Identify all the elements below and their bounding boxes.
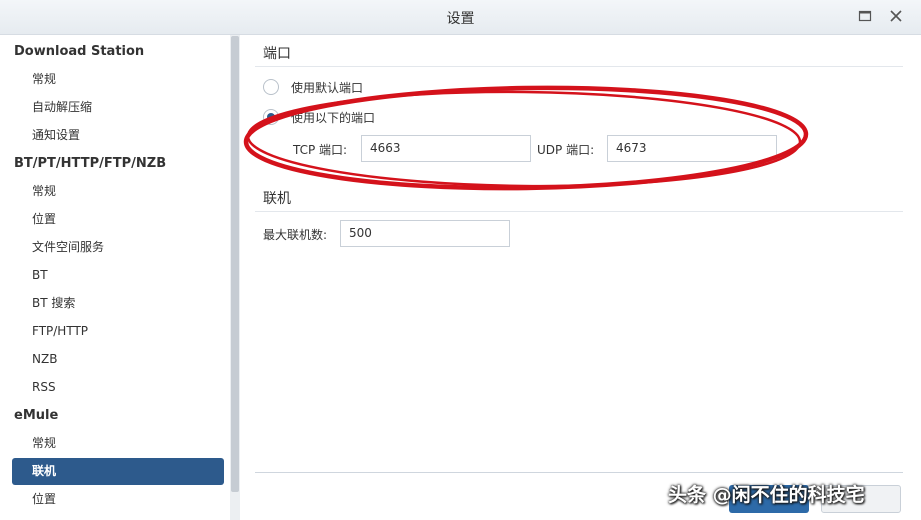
sidebar-item-emule-general[interactable]: 常规 <box>12 430 224 457</box>
port-section-divider <box>255 66 903 67</box>
sidebar-nav: Download Station 常规 自动解压缩 通知设置 BT/PT/HTT… <box>0 35 230 520</box>
max-connections-input[interactable]: 500 <box>340 220 510 247</box>
maximize-icon[interactable] <box>857 8 873 24</box>
sidebar-item-bt-location[interactable]: 位置 <box>12 206 224 233</box>
port-section-title: 端口 <box>263 46 291 62</box>
sidebar-item-ds-general[interactable]: 常规 <box>12 66 224 93</box>
radio-default-port[interactable]: 使用默认端口 <box>263 77 363 97</box>
sidebar-group-download-station: Download Station <box>14 44 145 59</box>
udp-port-input[interactable]: 4673 <box>607 135 777 162</box>
sidebar-group-bt: BT/PT/HTTP/FTP/NZB <box>14 156 167 171</box>
tcp-port-input[interactable]: 4663 <box>361 135 531 162</box>
max-connections-label: 最大联机数: <box>263 228 328 242</box>
radio-custom-port[interactable]: 使用以下的端口 <box>263 107 375 127</box>
window-title: 设置 <box>446 11 475 27</box>
close-icon[interactable] <box>888 8 904 24</box>
radio-custom-port-circle[interactable] <box>263 109 279 125</box>
settings-panel: 端口 使用默认端口 使用以下的端口 TCP 端口: 4663 UDP 端口: 4… <box>241 35 921 520</box>
radio-custom-port-label: 使用以下的端口 <box>291 110 376 125</box>
tcp-port-label: TCP 端口: <box>293 143 348 157</box>
udp-port-label: UDP 端口: <box>537 143 595 157</box>
footer-divider <box>255 472 903 473</box>
sidebar-item-file-hosting[interactable]: 文件空间服务 <box>12 234 224 261</box>
sidebar-item-auto-extract[interactable]: 自动解压缩 <box>12 94 224 121</box>
connection-section-divider <box>255 211 903 212</box>
sidebar-group-emule: eMule <box>14 408 59 423</box>
sidebar-item-bt-general[interactable]: 常规 <box>12 178 224 205</box>
sidebar-item-bt-search[interactable]: BT 搜索 <box>12 290 224 317</box>
sidebar-item-notifications[interactable]: 通知设置 <box>12 122 224 149</box>
sidebar-item-emule-location[interactable]: 位置 <box>12 486 224 513</box>
connection-section-title: 联机 <box>263 191 291 207</box>
radio-default-port-label: 使用默认端口 <box>291 80 364 95</box>
sidebar-item-ftp-http[interactable]: FTP/HTTP <box>12 318 224 345</box>
sidebar-scrollbar-thumb[interactable] <box>231 36 239 492</box>
sidebar-item-bt[interactable]: BT <box>12 262 224 289</box>
sidebar-item-nzb[interactable]: NZB <box>12 346 224 373</box>
sidebar-item-emule-connection[interactable]: 联机 <box>12 458 224 485</box>
window-titlebar: 设置 <box>0 0 921 35</box>
watermark-text: 头条 @闲不住的科技宅 <box>668 484 865 506</box>
sidebar-item-rss[interactable]: RSS <box>12 374 224 401</box>
radio-default-port-circle[interactable] <box>263 79 279 95</box>
